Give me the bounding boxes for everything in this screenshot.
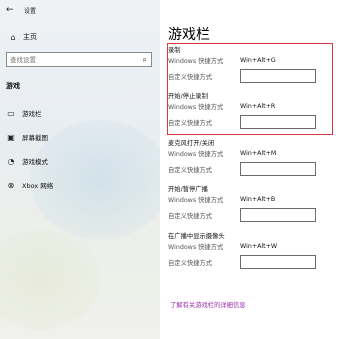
windows-shortcut-row: Windows 快捷方式 Win+Alt+M (168, 147, 276, 159)
home-label: 主页 (23, 33, 37, 41)
custom-shortcut-label: 自定义快捷方式 (168, 166, 213, 174)
custom-shortcut-input[interactable] (240, 255, 316, 269)
nav-item-game-bar[interactable]: ▭ 游戏栏 (6, 107, 42, 119)
windows-shortcut-label: Windows 快捷方式 (168, 243, 224, 251)
back-arrow-icon[interactable]: ← (6, 5, 18, 15)
sidebar: ← 设置 ⌂ 主页 ⌕ 游戏 ▭ 游戏栏 ▣ 屏幕截图 ◔ 游戏模式 ⊗ Xbo… (0, 0, 160, 339)
search-input[interactable] (10, 55, 130, 64)
shortcut-group-microphone: 麦克风打开/关闭 Windows 快捷方式 Win+Alt+M 自定义快捷方式 (168, 138, 316, 179)
custom-shortcut-row: 自定义快捷方式 (168, 205, 316, 225)
group-title: 麦克风打开/关闭 (168, 140, 215, 147)
custom-shortcut-label: 自定义快捷方式 (168, 259, 213, 267)
shortcut-group-camera: 在广播中显示摄像头 Windows 快捷方式 Win+Alt+W 自定义快捷方式 (168, 231, 316, 272)
game-mode-icon: ◔ (7, 156, 15, 166)
custom-shortcut-label: 自定义快捷方式 (168, 212, 213, 220)
search-icon[interactable]: ⌕ (143, 55, 147, 65)
home-icon: ⌂ (10, 32, 16, 42)
windows-shortcut-value: Win+Alt+B (240, 195, 276, 203)
learn-more-link[interactable]: 了解有关游戏栏的详细信息 (170, 300, 246, 309)
section-label: 游戏 (6, 82, 20, 90)
custom-shortcut-row: 自定义快捷方式 (168, 252, 316, 272)
windows-shortcut-label: Windows 快捷方式 (168, 196, 224, 204)
title-bar: ← 设置 (6, 4, 36, 16)
xbox-icon: ⊗ (7, 180, 15, 190)
shortcut-group-broadcast: 开始/暂停广播 Windows 快捷方式 Win+Alt+B 自定义快捷方式 (168, 184, 316, 225)
group-title: 在广播中显示摄像头 (168, 233, 225, 240)
background-blur (0, 230, 100, 330)
highlight-box (167, 43, 333, 135)
group-title: 开始/暂停广播 (168, 186, 208, 193)
nav-item-label: 屏幕截图 (22, 134, 48, 142)
custom-shortcut-input[interactable] (240, 162, 316, 176)
custom-shortcut-input[interactable] (240, 208, 316, 222)
capture-icon: ▣ (7, 132, 15, 142)
nav-item-captures[interactable]: ▣ 屏幕截图 (6, 131, 48, 143)
windows-shortcut-label: Windows 快捷方式 (168, 150, 224, 158)
nav-item-xbox[interactable]: ⊗ Xbox 网络 (6, 179, 54, 191)
game-bar-icon: ▭ (7, 108, 15, 118)
custom-shortcut-row: 自定义快捷方式 (168, 159, 316, 179)
nav-item-game-mode[interactable]: ◔ 游戏模式 (6, 155, 49, 167)
page-title: 游戏栏 (168, 27, 210, 43)
windows-shortcut-value: Win+Alt+W (240, 242, 278, 250)
window-title: 设置 (24, 7, 37, 15)
nav-item-label: Xbox 网络 (22, 182, 54, 190)
nav-item-label: 游戏模式 (22, 158, 48, 166)
home-link[interactable]: ⌂ 主页 (8, 32, 37, 42)
windows-shortcut-value: Win+Alt+M (240, 149, 277, 157)
nav-item-label: 游戏栏 (22, 110, 42, 118)
search-box[interactable]: ⌕ (6, 52, 152, 67)
windows-shortcut-row: Windows 快捷方式 Win+Alt+W (168, 240, 277, 252)
windows-shortcut-row: Windows 快捷方式 Win+Alt+B (168, 193, 275, 205)
